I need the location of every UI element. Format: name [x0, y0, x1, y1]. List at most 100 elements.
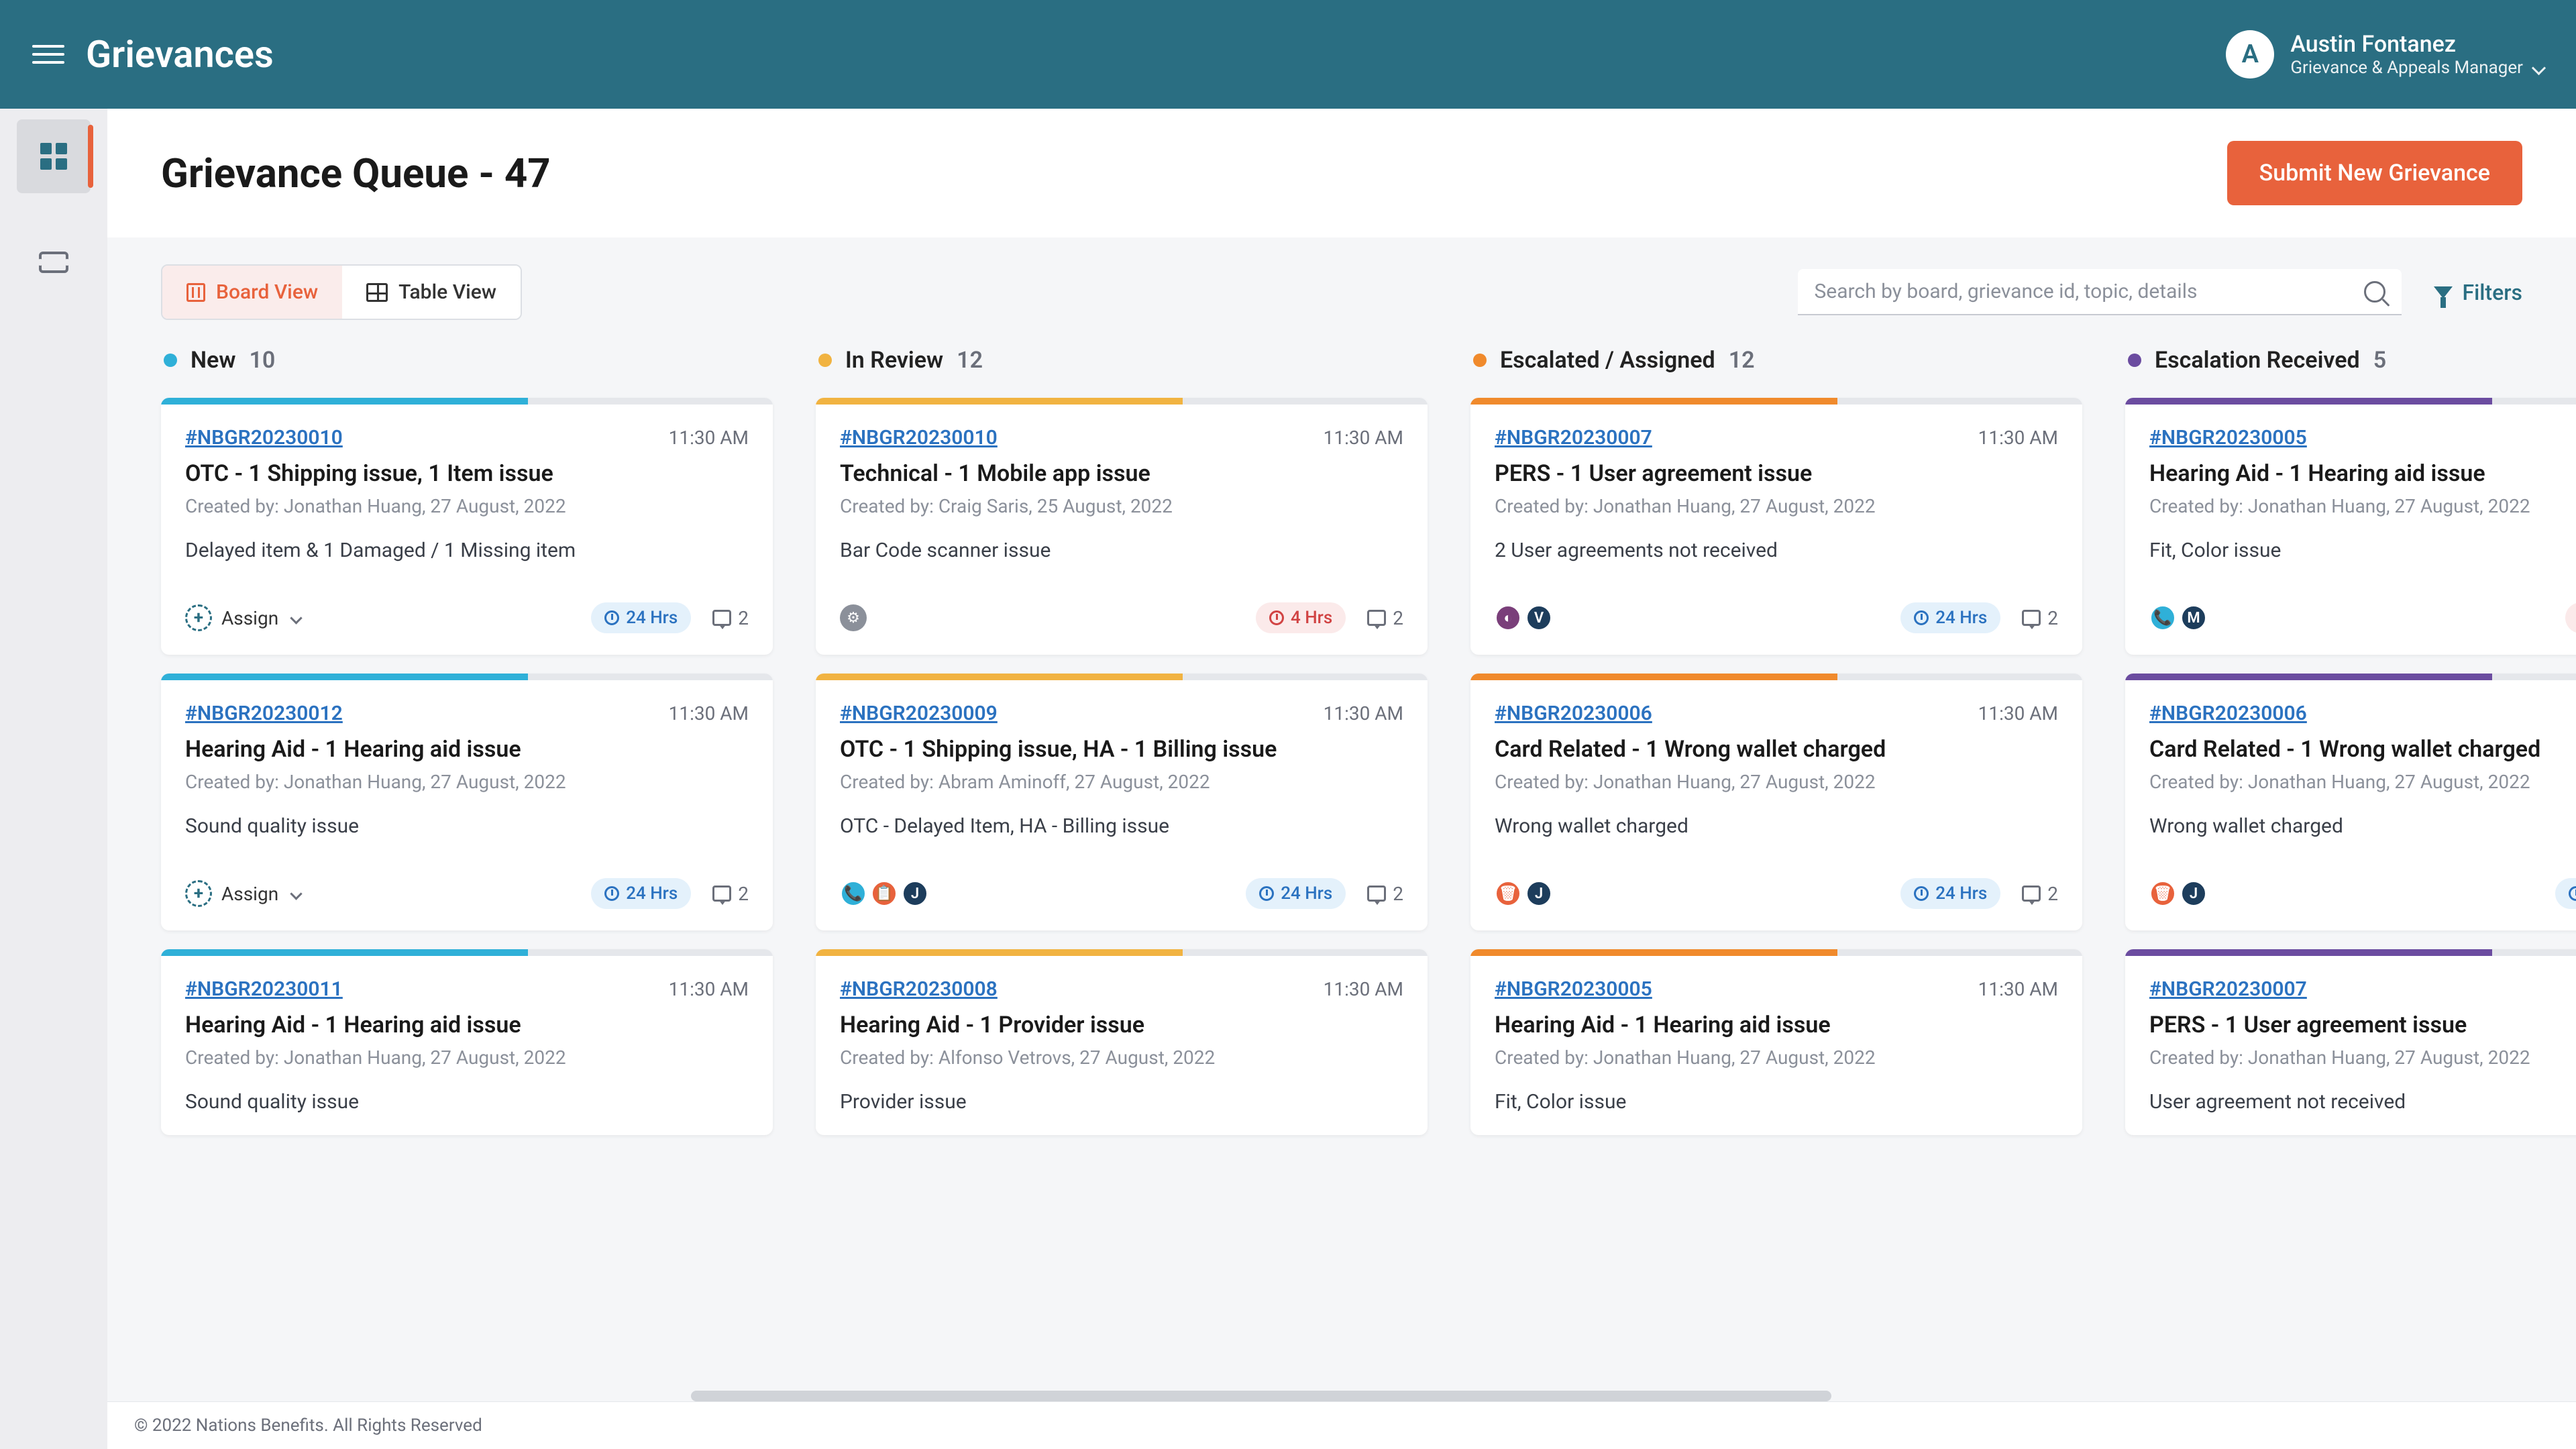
card-details: Wrong wallet charged: [1495, 814, 2058, 838]
grievance-id-link[interactable]: #NBGR20230006: [1495, 702, 1652, 725]
grievance-id-link[interactable]: #NBGR20230007: [2149, 977, 2307, 1001]
app-header: Grievances A Austin Fontanez Grievance &…: [0, 0, 2576, 109]
grievance-id-link[interactable]: #NBGR20230008: [840, 977, 998, 1001]
comment-icon: [2022, 885, 2041, 902]
assignee-chip[interactable]: J: [902, 880, 928, 907]
card-details: OTC - Delayed Item, HA - Billing issue: [840, 814, 1403, 838]
search-input[interactable]: [1814, 280, 2364, 303]
card-time: 11:30 AM: [1978, 427, 2058, 449]
comments-count[interactable]: 2: [712, 883, 749, 905]
grievance-id-link[interactable]: #NBGR20230005: [2149, 426, 2307, 449]
assignee-chip[interactable]: J: [2180, 880, 2207, 907]
board-view-button[interactable]: Board View: [162, 266, 342, 319]
assign-button[interactable]: + Assign: [185, 604, 301, 631]
card-stripe: [2125, 949, 2576, 956]
card-details: Wrong wallet charged: [2149, 814, 2576, 838]
grievance-card[interactable]: #NBGR2023000511:30 AM Hearing Aid - 1 He…: [2125, 398, 2576, 655]
card-details: Bar Code scanner issue: [840, 539, 1403, 562]
assignee-chips: ◐V: [1495, 604, 1552, 631]
grievance-id-link[interactable]: #NBGR20230010: [185, 426, 343, 449]
comment-icon: [712, 610, 731, 626]
card-topic: Technical - 1 Mobile app issue: [840, 460, 1403, 487]
card-time: 11:30 AM: [669, 702, 749, 724]
assignee-chip[interactable]: 📞: [2149, 604, 2176, 631]
grievance-card[interactable]: #NBGR2023000611:30 AM Card Related - 1 W…: [2125, 674, 2576, 930]
card-stripe: [2125, 674, 2576, 680]
card-stripe: [816, 949, 1428, 956]
filters-button[interactable]: Filters: [2434, 280, 2522, 305]
comments-count[interactable]: 2: [712, 607, 749, 629]
assignee-chip[interactable]: 📞: [840, 880, 867, 907]
card-topic: Hearing Aid - 1 Hearing aid issue: [185, 1012, 749, 1038]
status-dot: [164, 354, 177, 367]
assignee-chip[interactable]: ◐: [1495, 604, 1521, 631]
card-time: 11:30 AM: [669, 978, 749, 1000]
menu-icon[interactable]: [32, 38, 64, 70]
grievance-id-link[interactable]: #NBGR20230007: [1495, 426, 1652, 449]
clock-icon: [1269, 610, 1284, 625]
grievance-card[interactable]: #NBGR2023001011:30 AM OTC - 1 Shipping i…: [161, 398, 773, 655]
page-title: Grievance Queue - 47: [161, 150, 551, 197]
comments-count[interactable]: 2: [1367, 883, 1403, 905]
card-topic: OTC - 1 Shipping issue, HA - 1 Billing i…: [840, 736, 1403, 763]
assignee-chips: 📞📋J: [840, 880, 928, 907]
card-details: 2 User agreements not received: [1495, 539, 2058, 562]
column-count: 10: [249, 347, 275, 374]
grievance-id-link[interactable]: #NBGR20230009: [840, 702, 998, 725]
card-topic: Hearing Aid - 1 Hearing aid issue: [2149, 460, 2576, 487]
assignee-chip[interactable]: 🗑: [2149, 880, 2176, 907]
card-creator: Created by: Jonathan Huang, 27 August, 2…: [185, 1046, 749, 1069]
grievance-card[interactable]: #NBGR20230007 11:30 AM PERS - 1 User agre…: [1470, 398, 2082, 655]
grievance-id-link[interactable]: #NBGR20230006: [2149, 702, 2307, 725]
card-stripe: [816, 674, 1428, 680]
grievance-card[interactable]: #NBGR2023000711:30 AM PERS - 1 User agre…: [2125, 949, 2576, 1135]
card-creator: Created by: Jonathan Huang, 27 August, 2…: [1495, 495, 2058, 517]
grievance-card[interactable]: #NBGR2023000511:30 AM Hearing Aid - 1 He…: [1470, 949, 2082, 1135]
table-view-button[interactable]: Table View: [342, 266, 521, 319]
sidebar-item-dashboard[interactable]: [17, 119, 91, 193]
horizontal-scrollbar[interactable]: [691, 1391, 1831, 1401]
submit-grievance-button[interactable]: Submit New Grievance: [2227, 141, 2522, 205]
grievance-card[interactable]: #NBGR2023000911:30 AM OTC - 1 Shipping i…: [816, 674, 1428, 930]
column-count: 12: [957, 347, 983, 374]
sla-pill: 24 Hrs: [1900, 878, 2000, 909]
card-topic: Hearing Aid - 1 Hearing aid issue: [185, 736, 749, 763]
sidebar-item-tickets[interactable]: [17, 225, 91, 299]
card-creator: Created by: Jonathan Huang, 27 August, 2…: [1495, 1046, 2058, 1069]
grievance-id-link[interactable]: #NBGR20230010: [840, 426, 998, 449]
search-box[interactable]: [1798, 269, 2402, 315]
user-menu[interactable]: A Austin Fontanez Grievance & Appeals Ma…: [2226, 30, 2544, 78]
card-time: 11:30 AM: [1324, 978, 1403, 1000]
grievance-card[interactable]: #NBGR20230012 11:30 AM Hearing Aid - 1 He…: [161, 674, 773, 930]
assignee-chip[interactable]: J: [1525, 880, 1552, 907]
brand-title: Grievances: [86, 32, 274, 76]
assign-label: Assign: [221, 607, 278, 629]
assignee-chip[interactable]: 🗑: [1495, 880, 1521, 907]
assignee-chip[interactable]: 📋: [871, 880, 898, 907]
card-topic: PERS - 1 User agreement issue: [1495, 460, 2058, 487]
comments-count[interactable]: 2: [2022, 883, 2058, 905]
grievance-id-link[interactable]: #NBGR20230012: [185, 702, 343, 725]
assign-button[interactable]: +Assign: [185, 880, 301, 907]
card-stripe: [1470, 949, 2082, 956]
avatar: A: [2226, 30, 2274, 78]
card-stripe: [161, 398, 773, 405]
comments-count[interactable]: 2: [1367, 607, 1403, 629]
grievance-id-link[interactable]: #NBGR20230005: [1495, 977, 1652, 1001]
column-name: In Review: [845, 347, 943, 374]
assignee-chips: 🗑J: [1495, 880, 1552, 907]
grievance-card[interactable]: #NBGR2023000811:30 AM Hearing Aid - 1 Pr…: [816, 949, 1428, 1135]
grievance-card[interactable]: #NBGR20230011 11:30 AM Hearing Aid - 1 He…: [161, 949, 773, 1135]
assignee-chip[interactable]: M: [2180, 604, 2207, 631]
assignee-chip[interactable]: V: [1525, 604, 1552, 631]
grievance-card[interactable]: #NBGR2023001011:30 AM Technical - 1 Mobi…: [816, 398, 1428, 655]
grievance-card[interactable]: #NBGR2023000611:30 AM Card Related - 1 W…: [1470, 674, 2082, 930]
card-details: Sound quality issue: [185, 1090, 749, 1114]
gear-icon[interactable]: ⚙: [840, 604, 867, 631]
column-header: In Review 12: [816, 341, 1428, 379]
plus-icon: +: [185, 604, 212, 631]
comment-icon: [712, 885, 731, 902]
comments-count[interactable]: 2: [2022, 607, 2058, 629]
card-stripe: [816, 398, 1428, 405]
grievance-id-link[interactable]: #NBGR20230011: [185, 977, 343, 1001]
